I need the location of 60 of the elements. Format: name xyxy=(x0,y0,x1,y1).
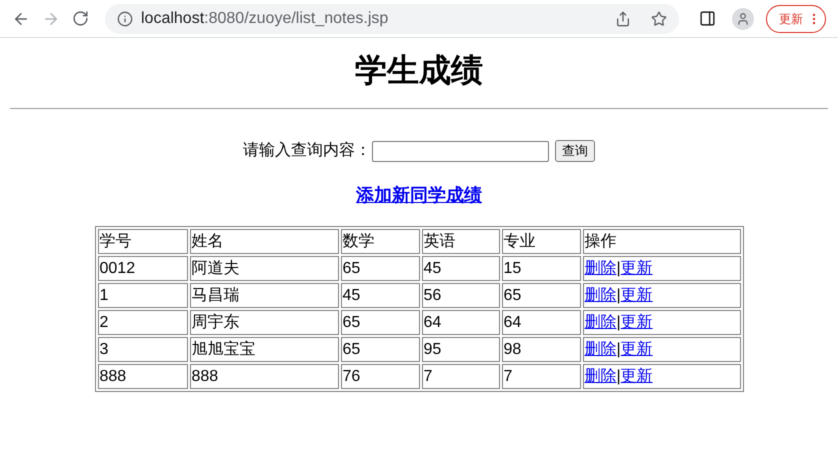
page-title: 学生成绩 xyxy=(355,51,483,90)
table-cell: 95 xyxy=(422,337,500,362)
table-cell: 65 xyxy=(340,256,420,281)
search-button[interactable]: 查询 xyxy=(555,140,595,162)
delete-link[interactable]: 删除 xyxy=(584,260,616,277)
url-text: localhost:8080/zuoye/list_notes.jsp xyxy=(141,8,388,28)
search-field[interactable] xyxy=(372,140,549,162)
separator: | xyxy=(616,368,621,385)
table-cell: 56 xyxy=(422,283,500,308)
table-cell: 64 xyxy=(502,310,580,335)
table-cell: 7 xyxy=(502,364,580,389)
separator: | xyxy=(616,287,621,304)
side-panel-icon[interactable] xyxy=(699,10,716,27)
reload-icon[interactable] xyxy=(72,10,89,27)
update-link[interactable]: 更新 xyxy=(620,260,653,277)
table-cell: 15 xyxy=(502,256,580,281)
table-cell: 45 xyxy=(422,256,500,281)
update-link[interactable]: 更新 xyxy=(620,341,653,358)
separator: | xyxy=(616,341,621,358)
table-cell: 45 xyxy=(340,283,420,308)
search-label: 请输入查询内容： xyxy=(243,140,371,161)
table-cell: 65 xyxy=(340,337,420,362)
header-cell: 姓名 xyxy=(190,229,338,254)
table-cell: 3 xyxy=(98,337,188,362)
info-icon[interactable] xyxy=(117,10,133,26)
table-cell: 98 xyxy=(502,337,580,362)
header-cell: 学号 xyxy=(98,229,188,254)
update-link[interactable]: 更新 xyxy=(620,314,653,331)
add-record-link[interactable]: 添加新同学成绩 xyxy=(356,182,482,209)
delete-link[interactable]: 删除 xyxy=(584,341,616,358)
table-cell: 65 xyxy=(502,283,580,308)
update-button[interactable]: 更新 xyxy=(779,10,803,28)
header-cell: 操作 xyxy=(582,229,740,254)
table-cell: 65 xyxy=(340,310,420,335)
separator: | xyxy=(616,260,621,277)
update-link[interactable]: 更新 xyxy=(620,368,653,385)
profile-avatar[interactable] xyxy=(732,8,754,30)
table-cell: 7 xyxy=(422,364,500,389)
delete-link[interactable]: 删除 xyxy=(584,368,616,385)
table-cell: 0012 xyxy=(98,256,188,281)
table-cell: 888 xyxy=(98,364,188,389)
table-cell: 周宇东 xyxy=(190,310,338,335)
table-cell: 64 xyxy=(422,310,500,335)
table-cell: 1 xyxy=(98,283,188,308)
delete-link[interactable]: 删除 xyxy=(584,287,616,304)
header-cell: 英语 xyxy=(422,229,500,254)
table-cell: 76 xyxy=(340,364,420,389)
table-cell: 马昌瑞 xyxy=(190,283,338,308)
update-link[interactable]: 更新 xyxy=(620,287,653,304)
table-cell: 阿道夫 xyxy=(190,256,338,281)
address-bar[interactable]: localhost:8080/zuoye/list_notes.jsp xyxy=(105,4,679,34)
separator: | xyxy=(616,314,621,331)
share-icon[interactable] xyxy=(615,10,631,26)
delete-link[interactable]: 删除 xyxy=(584,314,616,331)
header-cell: 专业 xyxy=(502,229,580,254)
bookmark-star-icon[interactable] xyxy=(651,10,667,26)
table-cell: 888 xyxy=(190,364,338,389)
table-cell: 2 xyxy=(98,310,188,335)
table-cell: 旭旭宝宝 xyxy=(190,337,338,362)
header-cell: 数学 xyxy=(340,229,420,254)
